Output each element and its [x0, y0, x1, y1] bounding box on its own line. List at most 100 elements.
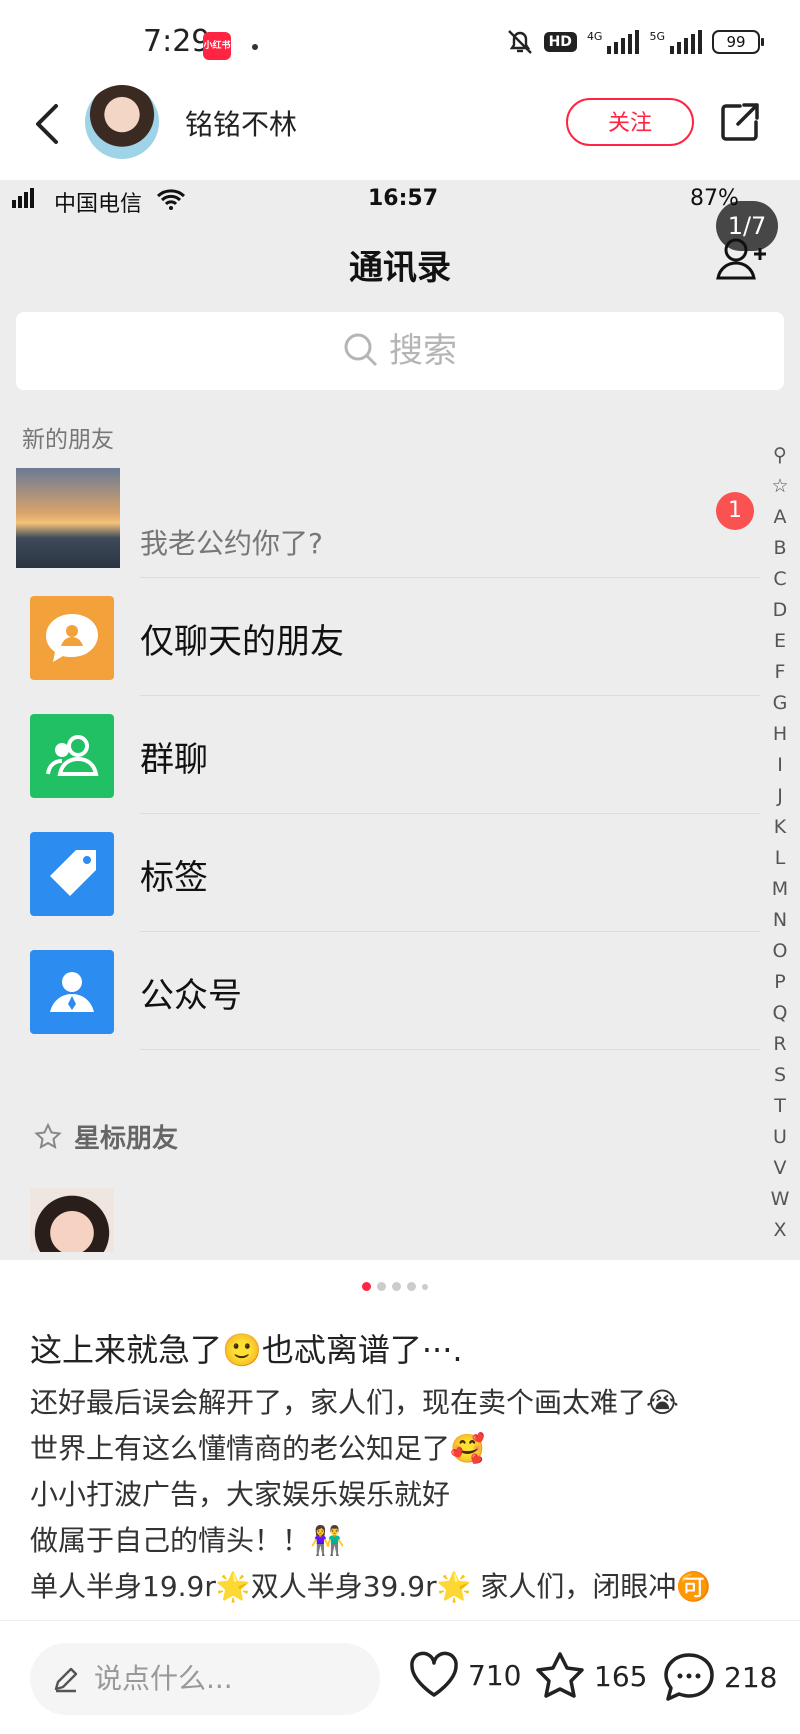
index-letter[interactable]: V [768, 1153, 792, 1184]
index-letter[interactable]: T [768, 1091, 792, 1122]
starred-section: 星标朋友 [34, 1118, 178, 1155]
post-line: 做属于自己的情头！！👫 [30, 1524, 345, 1557]
follow-button[interactable]: 关注 [566, 98, 694, 146]
pencil-icon [54, 1667, 78, 1693]
collect-count: 165 [594, 1659, 648, 1693]
carousel-dot [392, 1282, 401, 1291]
alphabet-index[interactable]: ⚲ ☆ ABCDEFGHIJKLMNOPQRSTUVWX [768, 440, 792, 1246]
comment-button[interactable]: 218 [662, 1651, 777, 1703]
menu-item-label: 仅聊天的朋友 [140, 622, 344, 662]
index-letter[interactable]: X [768, 1215, 792, 1246]
inner-status-bar: 中国电信 16:57 87% [0, 180, 800, 220]
post-image[interactable]: 中国电信 16:57 87% 1/7 通讯录 搜索 新的朋友 我老公约你了? 1… [0, 180, 800, 1260]
search-placeholder: 搜索 [389, 331, 457, 371]
new-friends-label: 新的朋友 [22, 427, 114, 453]
menu-item-group-chat: 群聊 [0, 696, 760, 814]
divider [140, 1049, 760, 1050]
inner-carrier: 中国电信 [54, 192, 143, 217]
contacts-title: 通讯录 [349, 248, 451, 288]
index-letter[interactable]: A [768, 502, 792, 533]
tag-icon [30, 832, 114, 916]
index-letter[interactable]: N [768, 905, 792, 936]
index-letter[interactable]: R [768, 1029, 792, 1060]
chat-only-friends-icon [30, 596, 114, 680]
index-letter[interactable]: P [768, 967, 792, 998]
new-friend-badge: 1 [716, 492, 754, 530]
carousel-dot [422, 1283, 428, 1290]
new-friend-item: 我老公约你了? [0, 460, 760, 578]
index-letter[interactable]: E [768, 626, 792, 657]
index-letter[interactable]: G [768, 688, 792, 719]
index-letter[interactable]: B [768, 533, 792, 564]
hd-badge: HD [543, 32, 577, 52]
index-letter[interactable]: K [768, 812, 792, 843]
post-line: 世界上有这么懂情商的老公知足了🥰 [30, 1432, 485, 1465]
signal-5g-label: 5G [649, 30, 665, 43]
official-account-icon [30, 950, 114, 1034]
index-letter[interactable]: I [768, 750, 792, 781]
collect-button[interactable]: 165 [534, 1651, 647, 1701]
wifi-icon [156, 189, 186, 210]
comment-bubble-icon [664, 1653, 714, 1701]
index-letter[interactable]: C [768, 564, 792, 595]
menu-item-label: 公众号 [140, 976, 242, 1016]
index-letter[interactable]: L [768, 843, 792, 874]
post-line: 还好最后误会解开了，家人们，现在卖个画太难了😭 [30, 1386, 679, 1419]
index-letter[interactable]: H [768, 719, 792, 750]
add-friend-icon [716, 238, 766, 280]
bottom-action-bar: 说点什么... 710 165 218 [0, 1620, 800, 1734]
star-icon [536, 1652, 584, 1698]
star-outline-icon [34, 1122, 62, 1149]
index-letter[interactable]: D [768, 595, 792, 626]
new-friend-message: 我老公约你了? [140, 527, 323, 560]
carousel-dot [407, 1282, 416, 1291]
post-body: 还好最后误会解开了，家人们，现在卖个画太难了😭 世界上有这么懂情商的老公知足了🥰… [30, 1380, 790, 1610]
back-arrow-icon[interactable] [28, 100, 68, 148]
search-icon [344, 333, 378, 367]
index-star-icon[interactable]: ☆ [768, 471, 792, 502]
inner-signal-icon [12, 188, 34, 208]
inner-time: 16:57 [368, 186, 439, 211]
index-letter[interactable]: S [768, 1060, 792, 1091]
comment-count: 218 [724, 1660, 778, 1694]
starred-label: 星标朋友 [74, 1124, 179, 1154]
starred-friend-avatar [30, 1188, 114, 1252]
status-time: 7:29 [143, 24, 211, 59]
menu-item-tags: 标签 [0, 814, 760, 932]
signal-4g-icon: 4G [587, 30, 640, 54]
index-letter[interactable]: J [768, 781, 792, 812]
index-letter[interactable]: Q [768, 998, 792, 1029]
contacts-list: 新的朋友 我老公约你了? 1 仅聊天的朋友 群聊 标签 公众号 星标朋友 ⚲ ☆… [0, 420, 800, 1260]
carousel-dot [377, 1282, 386, 1291]
index-letter[interactable]: W [768, 1184, 792, 1215]
menu-item-official-accounts: 公众号 [0, 932, 760, 1050]
index-letter[interactable]: M [768, 874, 792, 905]
index-letter[interactable]: U [768, 1122, 792, 1153]
like-button[interactable]: 710 [408, 1651, 521, 1699]
menu-item-label: 群聊 [140, 740, 208, 780]
notification-dot [252, 44, 258, 50]
battery-icon: 99 [712, 30, 764, 54]
comment-placeholder: 说点什么... [94, 1662, 233, 1695]
status-indicators: HD 4G 5G 99 [506, 28, 764, 56]
post-line: 单人半身19.9r🌟双人半身39.9r🌟 家人们，闭眼冲🉑 [30, 1570, 712, 1603]
group-chat-icon [30, 714, 114, 798]
app-badge-icon: 小红书 [203, 32, 231, 60]
heart-icon [410, 1651, 458, 1697]
author-avatar[interactable] [85, 85, 159, 159]
index-search-icon[interactable]: ⚲ [768, 440, 792, 471]
comment-input[interactable]: 说点什么... [30, 1643, 380, 1715]
contacts-search: 搜索 [16, 312, 784, 390]
author-name[interactable]: 铭铭不林 [185, 103, 297, 143]
index-letter[interactable]: O [768, 936, 792, 967]
new-friend-avatar [16, 468, 120, 568]
carousel-dot-active [362, 1282, 371, 1291]
like-count: 710 [468, 1658, 522, 1692]
share-icon[interactable] [718, 100, 762, 144]
carousel-indicator [362, 1282, 428, 1291]
signal-5g-icon: 5G [649, 30, 702, 54]
menu-item-label: 标签 [140, 858, 208, 898]
signal-4g-label: 4G [586, 30, 603, 43]
index-letter[interactable]: F [768, 657, 792, 688]
menu-item-chat-only: 仅聊天的朋友 [0, 578, 760, 696]
